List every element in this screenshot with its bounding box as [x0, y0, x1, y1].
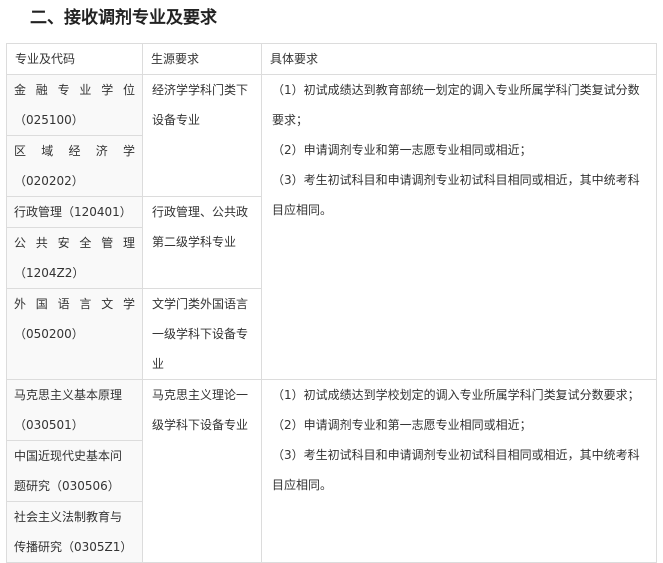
requirement-cell: （1）初试成绩达到教育部统一划定的调入专业所属学科门类复试分数 要求； （2）申… — [261, 74, 657, 380]
major-name: 社会主义法制教育与 — [14, 510, 123, 524]
major-name: 中国近现代史基本问 — [14, 449, 123, 463]
major-code: （025100） — [14, 113, 84, 127]
header-source-requirement: 生源要求 — [142, 43, 262, 75]
requirement-line: （1）初试成绩达到学校划定的调入专业所属学科门类复试分数要求； — [272, 388, 640, 402]
major-cell: 社会主义法制教育与 传播研究（0305Z1） — [6, 501, 143, 563]
major-code: （030501） — [14, 418, 84, 432]
major-cell: 区 域 经 济 学 （020202） — [6, 135, 143, 197]
source-line: 一级学科下设备专 — [152, 327, 249, 341]
transfer-majors-table: 专业及代码 生源要求 具体要求 金 融 专 业 学 位 （025100） 经济学… — [6, 43, 657, 563]
source-cell: 文学门类外国语言 一级学科下设备专 业 — [142, 288, 262, 380]
section-heading: 二、接收调剂专业及要求 — [30, 8, 217, 28]
major-name: 外 国 语 言 文 学 — [14, 297, 135, 311]
major-cell: 马克思主义基本原理 （030501） — [6, 379, 143, 441]
major-cell: 公 共 安 全 管 理 （1204Z2） — [6, 227, 143, 289]
major-code: （1204Z2） — [14, 266, 85, 280]
major-name: 行政管理（120401） — [14, 205, 132, 219]
source-line: 行政管理、公共政 — [152, 205, 249, 219]
source-cell: 经济学学科门类下 设备专业 — [142, 74, 262, 197]
requirement-line: （2）申请调剂专业和第一志愿专业相同或相近； — [272, 418, 532, 432]
major-cell: 中国近现代史基本问 题研究（030506） — [6, 440, 143, 502]
source-line: 第二级学科专业 — [152, 235, 237, 249]
source-line: 级学科下设备专业 — [152, 418, 249, 432]
header-specific-requirement: 具体要求 — [261, 43, 657, 75]
source-line: 马克思主义理论一 — [152, 388, 249, 402]
major-name: 公 共 安 全 管 理 — [14, 236, 135, 250]
major-cell: 行政管理（120401） — [6, 196, 143, 228]
major-name: 马克思主义基本原理 — [14, 388, 123, 402]
source-cell: 马克思主义理论一 级学科下设备专业 — [142, 379, 262, 563]
header-major-code: 专业及代码 — [6, 43, 143, 75]
requirement-cell: （1）初试成绩达到学校划定的调入专业所属学科门类复试分数要求； （2）申请调剂专… — [261, 379, 657, 563]
source-line: 经济学学科门类下 — [152, 83, 249, 97]
major-code: （050200） — [14, 327, 84, 341]
major-cell: 金 融 专 业 学 位 （025100） — [6, 74, 143, 136]
major-cell: 外 国 语 言 文 学 （050200） — [6, 288, 143, 380]
requirement-line: （3）考生初试科目和申请调剂专业初试科目相同或相近，其中统考科 — [272, 173, 640, 187]
major-name: 区 域 经 济 学 — [14, 144, 135, 158]
requirement-line: 目应相同。 — [272, 203, 333, 217]
requirement-line: 要求； — [272, 113, 309, 127]
major-code: （020202） — [14, 174, 84, 188]
source-line: 设备专业 — [152, 113, 201, 127]
source-line: 业 — [152, 357, 165, 371]
requirement-line: 目应相同。 — [272, 478, 333, 492]
table-row: 金 融 专 业 学 位 （025100） 经济学学科门类下 设备专业 （1）初试… — [6, 74, 657, 380]
major-code: 题研究（030506） — [14, 479, 120, 493]
table-header-row: 专业及代码 生源要求 具体要求 — [6, 43, 657, 75]
source-line: 文学门类外国语言 — [152, 297, 249, 311]
source-cell: 行政管理、公共政 第二级学科专业 — [142, 196, 262, 289]
requirement-line: （1）初试成绩达到教育部统一划定的调入专业所属学科门类复试分数 — [272, 83, 640, 97]
major-name: 金 融 专 业 学 位 — [14, 83, 135, 97]
table-row: 马克思主义基本原理 （030501） 马克思主义理论一 级学科下设备专业 （1）… — [6, 379, 657, 563]
major-code: 传播研究（0305Z1） — [14, 540, 133, 554]
requirement-line: （3）考生初试科目和申请调剂专业初试科目相同或相近，其中统考科 — [272, 448, 640, 462]
requirement-line: （2）申请调剂专业和第一志愿专业相同或相近； — [272, 143, 532, 157]
